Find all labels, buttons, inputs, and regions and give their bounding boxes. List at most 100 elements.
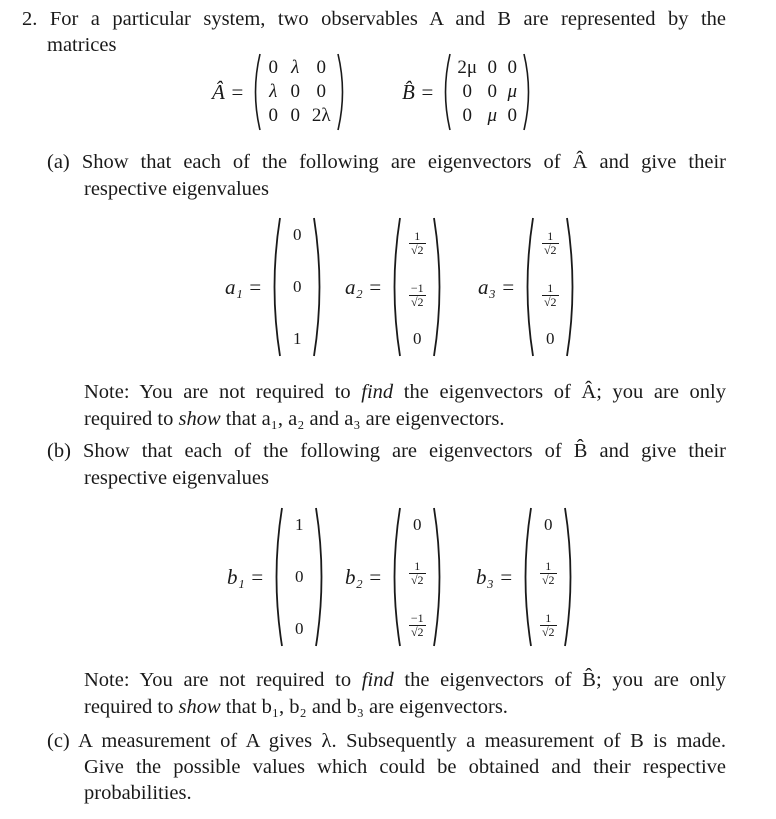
left-paren-icon [519, 507, 533, 647]
part-a-label: (a) [47, 151, 70, 173]
vector-entries: 0 1 √2 1 √2 [533, 515, 563, 639]
vector-entry: 0 [543, 515, 553, 534]
vector-entry: 1 √2 [539, 225, 561, 257]
vector-entry: 0 [412, 515, 422, 534]
fraction-denominator: √2 [539, 573, 557, 587]
part-b-note-line1: Note: You are not required to find the e… [84, 669, 727, 691]
right-paren-icon [312, 217, 326, 357]
part-a-note-line2: required to show that a₁, a₂ and a₃ are … [84, 408, 505, 430]
part-b-line2: respective eigenvalues [84, 467, 269, 489]
left-paren-icon [440, 53, 452, 131]
left-paren-icon [388, 507, 402, 647]
question-intro-line2: matrices [47, 34, 117, 56]
vector-entry: 1 [292, 329, 302, 348]
vector-b1: b₁ = 1 0 0 [227, 507, 328, 647]
matrix-cell: 0 [268, 105, 279, 126]
part-b-note-line2: required to show that b₁, b₂ and b₃ are … [84, 696, 508, 718]
part-c-line3: probabilities. [84, 782, 192, 804]
fraction-denominator: √2 [541, 243, 559, 257]
left-paren-icon [521, 217, 535, 357]
fraction: −1 √2 [408, 281, 426, 309]
matrix-a-label: Â = [212, 79, 245, 104]
matrix-b-grid: 2μ 0 0 0 0 μ 0 μ 0 [452, 56, 522, 128]
vector-entry: 0 [545, 329, 555, 348]
left-paren-icon [270, 507, 284, 647]
matrix-cell: 2μ [457, 57, 478, 78]
vector-entry: 0 [294, 567, 304, 586]
vector-entry: 1 [294, 515, 304, 534]
part-c-label: (c) [47, 730, 70, 752]
fraction-numerator: 1 [545, 611, 552, 625]
fraction: 1 √2 [541, 229, 559, 257]
matrix-cell: λ [269, 81, 278, 102]
fraction-numerator: 1 [414, 559, 421, 573]
matrix-cell: 2λ [311, 105, 331, 126]
question-number: 2. [22, 8, 38, 30]
matrix-cell: 0 [290, 105, 301, 126]
fraction-denominator: √2 [539, 625, 557, 639]
matrix-cell: 0 [487, 81, 498, 102]
fraction-numerator: −1 [410, 611, 424, 625]
vector-entry: 1 √2 [406, 555, 428, 587]
right-paren-icon [314, 507, 328, 647]
part-c-line2: Give the possible values which could be … [84, 756, 726, 778]
vector-entries: 0 1 √2 −1 √2 [402, 515, 432, 639]
vector-label: a₂ = [345, 274, 383, 299]
vector-entry: −1 √2 [406, 277, 428, 309]
fraction-numerator: 1 [545, 559, 552, 573]
fraction-numerator: −1 [410, 281, 424, 295]
vector-entries: 1 √2 −1 √2 0 [402, 225, 432, 349]
matrix-cell: 0 [316, 81, 327, 102]
fraction: 1 √2 [408, 559, 426, 587]
fraction-numerator: 1 [547, 229, 554, 243]
vector-entry: 1 √2 [537, 607, 559, 639]
vector-label: b₂ = [345, 564, 383, 589]
fraction-denominator: √2 [408, 625, 426, 639]
vector-label: b₃ = [476, 564, 514, 589]
vector-entry: 1 √2 [406, 225, 428, 257]
fraction: 1 √2 [539, 559, 557, 587]
fraction-denominator: √2 [408, 243, 426, 257]
vector-entries: 0 0 1 [282, 225, 312, 349]
part-a-note-line1: Note: You are not required to find the e… [84, 381, 726, 403]
vector-entry: −1 √2 [406, 607, 428, 639]
vector-entry: 0 [292, 225, 302, 244]
left-paren-icon [268, 217, 282, 357]
fraction-denominator: √2 [408, 573, 426, 587]
vector-label: a₁ = [225, 274, 263, 299]
matrix-cell: 0 [268, 57, 279, 78]
fraction-denominator: √2 [408, 295, 426, 309]
vector-entry: 0 [294, 619, 304, 638]
fraction: 1 √2 [541, 282, 559, 309]
fraction-denominator: √2 [541, 295, 559, 309]
matrix-a: Â = 0 λ 0 λ 0 0 0 0 2λ [212, 53, 348, 131]
matrix-cell: 0 [462, 81, 473, 102]
right-paren-icon [565, 217, 579, 357]
vector-entry: 0 [292, 277, 302, 296]
right-paren-icon [432, 507, 446, 647]
matrix-cell: 0 [462, 105, 473, 126]
right-paren-icon [522, 53, 534, 131]
matrix-b-label: B̂ = [402, 79, 435, 104]
vector-a3: a₃ = 1 √2 1 √2 0 [478, 217, 579, 357]
vector-entry: 1 √2 [537, 555, 559, 587]
vector-entry: 0 [412, 329, 422, 348]
right-paren-icon [563, 507, 577, 647]
vector-entries: 1 √2 1 √2 0 [535, 225, 565, 349]
vector-label: b₁ = [227, 564, 265, 589]
part-b-label: (b) [47, 440, 71, 462]
matrix-a-grid: 0 λ 0 λ 0 0 0 0 2λ [262, 56, 336, 128]
question-intro-line1: 2. For a particular system, two observab… [22, 8, 726, 30]
matrix-cell: 0 [507, 57, 518, 78]
fraction-numerator: 1 [414, 229, 421, 243]
matrix-cell: μ [507, 81, 518, 102]
fraction: 1 √2 [539, 611, 557, 639]
vector-a1: a₁ = 0 0 1 [225, 217, 326, 357]
part-c-line1: (c) A measurement of A gives λ. Subseque… [47, 730, 726, 752]
matrix-cell: μ [487, 105, 498, 126]
vector-label: a₃ = [478, 274, 516, 299]
fraction: −1 √2 [408, 611, 426, 639]
vector-entries: 1 0 0 [284, 515, 314, 639]
fraction: 1 √2 [408, 229, 426, 257]
left-paren-icon [388, 217, 402, 357]
